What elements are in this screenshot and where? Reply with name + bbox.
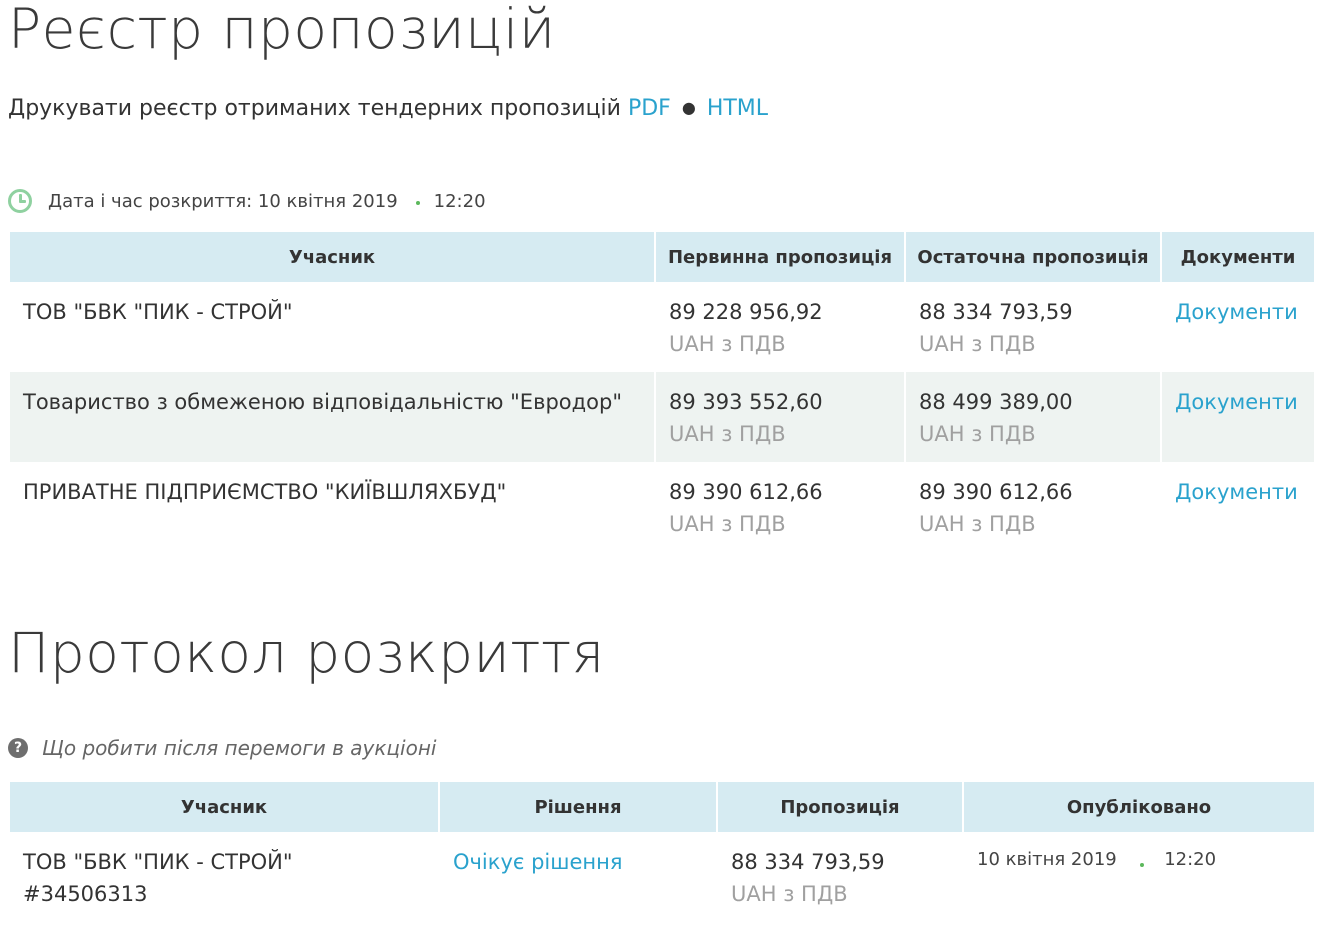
table-row: ПРИВАТНЕ ПІДПРИЄМСТВО "КИЇВШЛЯХБУД" 89 3… [10, 462, 1314, 552]
participant-name: Товариство з обмеженою відповідальністю … [10, 372, 656, 462]
initial-currency: UAH з ПДВ [669, 512, 786, 536]
help-link[interactable]: Що робити після перемоги в аукціоні [42, 736, 436, 760]
initial-amount: 89 228 956,92 [669, 300, 823, 324]
final-offer: 88 499 389,00 UAH з ПДВ [906, 372, 1162, 462]
col-participant: Учасник [10, 782, 440, 832]
documents-link[interactable]: Документи [1175, 480, 1298, 504]
protocol-title: Протокол розкриття [8, 621, 605, 685]
documents-link[interactable]: Документи [1175, 390, 1298, 414]
final-currency: UAH з ПДВ [919, 512, 1036, 536]
separator-dot [1140, 863, 1145, 867]
offer-amount: 88 334 793,59 [731, 850, 885, 874]
offer-currency: UAH з ПДВ [731, 882, 848, 906]
print-registry-line: Друкувати реєстр отриманих тендерних про… [8, 96, 768, 121]
clock-icon [8, 189, 32, 213]
col-participant: Учасник [10, 232, 656, 282]
print-separator: ● [681, 98, 696, 117]
question-circle-icon: ? [8, 738, 28, 758]
participant-name: ТОВ "БВК "ПИК - СТРОЙ" [10, 282, 656, 372]
initial-amount: 89 390 612,66 [669, 480, 823, 504]
opening-date-label: Дата і час розкриття: 10 квітня 2019 [48, 190, 398, 212]
offer-cell: 88 334 793,59 UAH з ПДВ [718, 832, 964, 936]
table-row: ТОВ "БВК "ПИК - СТРОЙ" 89 228 956,92 UAH… [10, 282, 1314, 372]
print-label: Друкувати реєстр отриманих тендерних про… [8, 96, 621, 121]
final-offer: 89 390 612,66 UAH з ПДВ [906, 462, 1162, 552]
documents-cell: Документи [1162, 462, 1314, 552]
protocol-table: Учасник Рішення Пропозиція Опубліковано … [10, 782, 1314, 936]
print-html-link[interactable]: HTML [707, 96, 768, 121]
final-amount: 88 499 389,00 [919, 390, 1073, 414]
separator-dot [415, 201, 420, 205]
published-time: 12:20 [1164, 849, 1217, 870]
decision-cell: Очікує рішення [440, 832, 718, 936]
opening-datetime: Дата і час розкриття: 10 квітня 2019 12:… [8, 188, 486, 214]
initial-offer: 89 390 612,66 UAH з ПДВ [656, 462, 906, 552]
participant-name: ТОВ "БВК "ПИК - СТРОЙ" [23, 850, 293, 874]
final-amount: 89 390 612,66 [919, 480, 1073, 504]
help-line[interactable]: ? Що робити після перемоги в аукціоні [8, 736, 436, 760]
table-row: ТОВ "БВК "ПИК - СТРОЙ" #34506313 Очікує … [10, 832, 1314, 936]
initial-offer: 89 393 552,60 UAH з ПДВ [656, 372, 906, 462]
final-amount: 88 334 793,59 [919, 300, 1073, 324]
documents-cell: Документи [1162, 282, 1314, 372]
published-date: 10 квітня 2019 [977, 849, 1117, 870]
protocol-header-row: Учасник Рішення Пропозиція Опубліковано [10, 782, 1314, 832]
initial-currency: UAH з ПДВ [669, 422, 786, 446]
col-decision: Рішення [440, 782, 718, 832]
published-cell: 10 квітня 2019 12:20 [964, 832, 1314, 936]
published-datetime: 10 квітня 2019 12:20 [977, 849, 1216, 870]
col-offer: Пропозиція [718, 782, 964, 832]
col-published: Опубліковано [964, 782, 1314, 832]
registry-header-row: Учасник Первинна пропозиція Остаточна пр… [10, 232, 1314, 282]
final-currency: UAH з ПДВ [919, 332, 1036, 356]
opening-time: 12:20 [433, 190, 486, 212]
col-final-offer: Остаточна пропозиція [906, 232, 1162, 282]
decision-status-link[interactable]: Очікує рішення [453, 850, 622, 874]
initial-currency: UAH з ПДВ [669, 332, 786, 356]
participant-name: ПРИВАТНЕ ПІДПРИЄМСТВО "КИЇВШЛЯХБУД" [10, 462, 656, 552]
col-initial-offer: Первинна пропозиція [656, 232, 906, 282]
registry-title: Реєстр пропозицій [8, 0, 556, 61]
registry-table: Учасник Первинна пропозиція Остаточна пр… [10, 232, 1314, 552]
initial-offer: 89 228 956,92 UAH з ПДВ [656, 282, 906, 372]
table-row: Товариство з обмеженою відповідальністю … [10, 372, 1314, 462]
participant-cell: ТОВ "БВК "ПИК - СТРОЙ" #34506313 [10, 832, 440, 936]
final-offer: 88 334 793,59 UAH з ПДВ [906, 282, 1162, 372]
final-currency: UAH з ПДВ [919, 422, 1036, 446]
col-documents: Документи [1162, 232, 1314, 282]
documents-cell: Документи [1162, 372, 1314, 462]
initial-amount: 89 393 552,60 [669, 390, 823, 414]
documents-link[interactable]: Документи [1175, 300, 1298, 324]
page: Реєстр пропозицій Друкувати реєстр отрим… [0, 0, 1336, 936]
participant-id: #34506313 [23, 882, 148, 906]
print-pdf-link[interactable]: PDF [628, 96, 671, 121]
